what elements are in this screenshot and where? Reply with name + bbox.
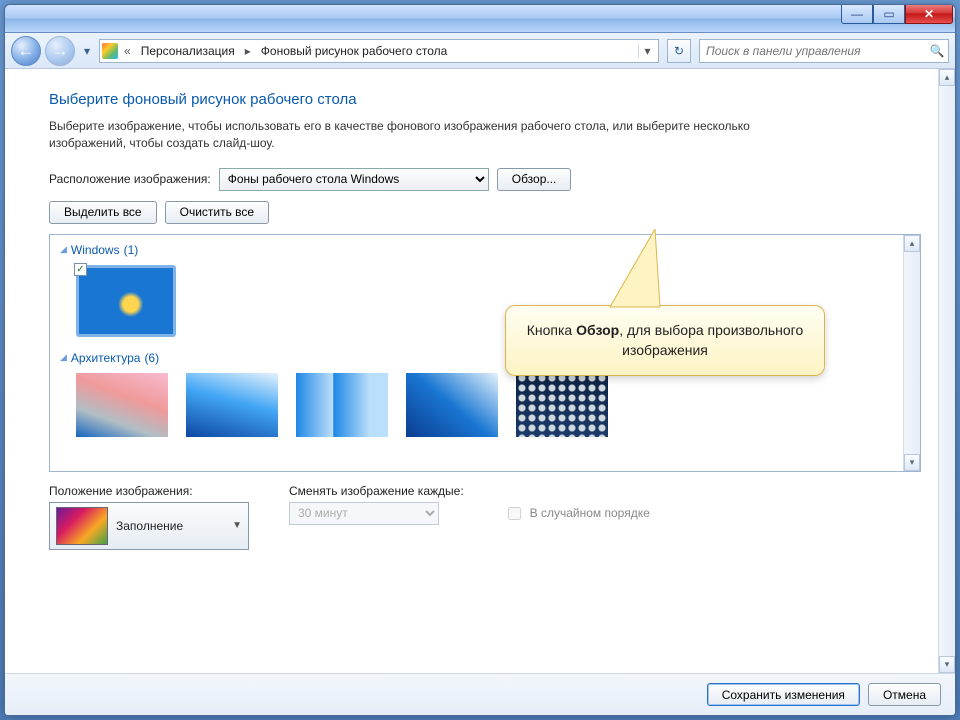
page-scrollbar[interactable]: ▴ ▾ [938,69,955,673]
wallpaper-thumb[interactable] [516,373,608,437]
chevron-left-icon: « [122,44,133,58]
search-icon: 🔍 [926,44,948,58]
window: — ▭ ✕ ← → ▾ « Персонализация ▸ Фоновый р… [4,4,956,716]
position-select[interactable]: Заполнение ▼ [49,502,249,550]
page-description: Выберите изображение, чтобы использовать… [49,118,809,152]
scroll-up-icon[interactable]: ▴ [904,235,920,252]
window-minimize-button[interactable]: — [841,4,873,24]
back-button[interactable]: ← [11,36,41,66]
titlebar: — ▭ ✕ [5,5,955,33]
chevron-right-icon: ▸ [243,44,253,58]
select-all-button[interactable]: Выделить все [49,201,157,224]
refresh-button[interactable]: ↻ [667,39,691,63]
wallpaper-thumb[interactable] [76,373,168,437]
breadcrumb-item[interactable]: Персонализация [137,44,239,58]
page-title: Выберите фоновый рисунок рабочего стола [49,91,921,108]
browse-button[interactable]: Обзор... [497,168,572,191]
position-label: Положение изображения: [49,484,249,498]
navigation-bar: ← → ▾ « Персонализация ▸ Фоновый рисунок… [5,33,955,69]
search-input[interactable] [700,44,926,58]
wallpaper-thumb[interactable] [296,373,388,437]
scroll-down-icon[interactable]: ▾ [939,656,955,673]
checkbox-icon[interactable]: ✓ [74,263,87,276]
wallpaper-thumb[interactable] [406,373,498,437]
interval-label: Сменять изображение каждые: [289,484,464,498]
clear-all-button[interactable]: Очистить все [165,201,269,224]
group-name: Архитектура [71,351,141,365]
group-count: (1) [124,243,139,257]
collapse-icon: ◢ [60,352,67,363]
nav-history-dropdown[interactable]: ▾ [79,36,95,66]
shuffle-label: В случайном порядке [530,506,650,520]
scroll-down-icon[interactable]: ▾ [904,454,920,471]
gallery-scrollbar[interactable]: ▴ ▾ [903,235,920,471]
annotation-callout: Кнопка Обзор, для выбора произвольного и… [505,305,825,376]
location-label: Расположение изображения: [49,172,211,186]
position-value: Заполнение [116,519,183,533]
location-select[interactable]: Фоны рабочего стола Windows [219,168,489,191]
content-area: ▴ ▾ Выберите фоновый рисунок рабочего ст… [5,69,955,673]
interval-select: 30 минут [289,502,439,525]
shuffle-checkbox [508,507,521,520]
group-count: (6) [144,351,159,365]
position-preview-icon [56,507,108,545]
control-panel-icon [102,43,118,59]
address-dropdown[interactable]: ▾ [638,44,656,58]
wallpaper-thumb[interactable]: ✓ [76,265,176,337]
collapse-icon: ◢ [60,244,67,255]
breadcrumb-item[interactable]: Фоновый рисунок рабочего стола [257,44,452,58]
scroll-up-icon[interactable]: ▴ [939,69,955,86]
chevron-down-icon: ▼ [232,520,242,531]
window-close-button[interactable]: ✕ [905,4,953,24]
wallpaper-thumb[interactable] [186,373,278,437]
window-maximize-button[interactable]: ▭ [873,4,905,24]
callout-tail-icon [600,229,680,309]
group-name: Windows [71,243,120,257]
footer: Сохранить изменения Отмена [5,673,955,715]
group-header[interactable]: ◢ Windows (1) [60,241,893,259]
address-bar[interactable]: « Персонализация ▸ Фоновый рисунок рабоч… [99,39,659,63]
search-box[interactable]: 🔍 [699,39,949,63]
cancel-button[interactable]: Отмена [868,683,941,706]
save-button[interactable]: Сохранить изменения [707,683,860,706]
forward-button[interactable]: → [45,36,75,66]
